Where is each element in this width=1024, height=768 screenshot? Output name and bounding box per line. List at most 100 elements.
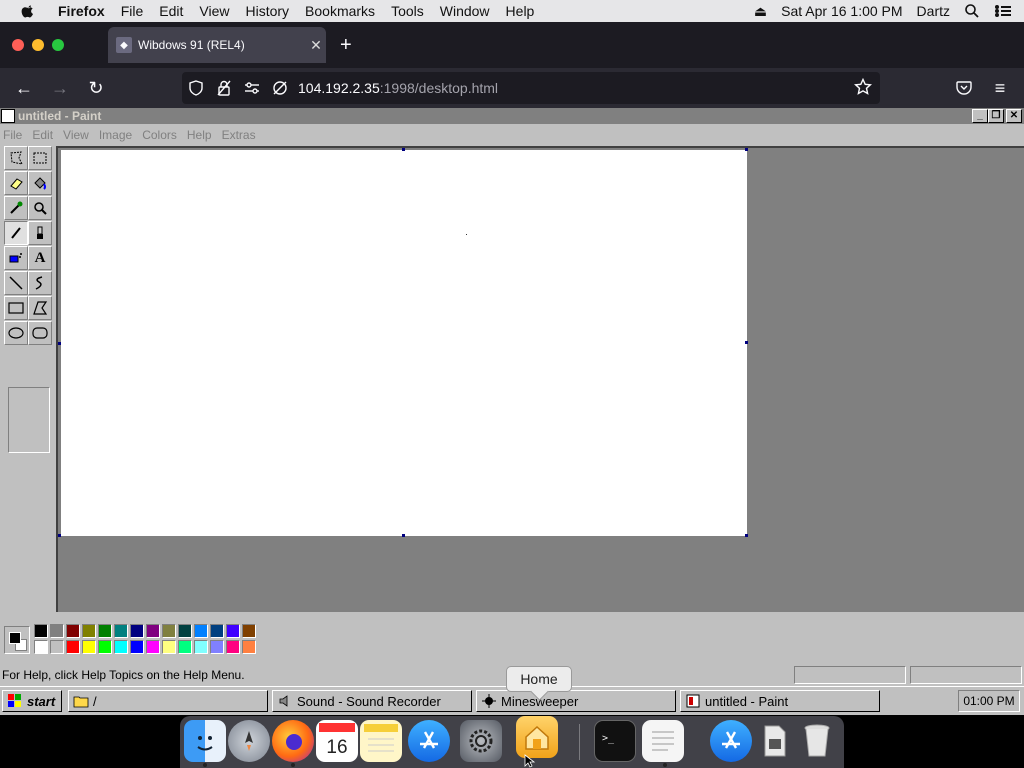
bookmark-star-icon[interactable]: [853, 77, 873, 99]
palette-color-swatch[interactable]: [178, 624, 192, 638]
paint-menu-file[interactable]: File: [3, 128, 22, 142]
palette-color-swatch[interactable]: [162, 640, 176, 654]
terminal-icon[interactable]: >_: [594, 720, 636, 762]
eraser-tool-icon[interactable]: [4, 171, 28, 195]
app-store-downloads-icon[interactable]: [710, 720, 752, 762]
paint-menu-view[interactable]: View: [63, 128, 89, 142]
window-minimize-button[interactable]: [32, 39, 44, 51]
rect-select-tool-icon[interactable]: [28, 146, 52, 170]
tab-close-icon[interactable]: ✕: [306, 37, 326, 54]
menu-bookmarks[interactable]: Bookmarks: [305, 3, 375, 19]
reload-icon[interactable]: ↻: [84, 76, 108, 100]
color-picker-tool-icon[interactable]: [4, 196, 28, 220]
polygon-tool-icon[interactable]: [28, 296, 52, 320]
canvas-resize-handle-corner[interactable]: [745, 534, 748, 537]
paint-close-button[interactable]: ✕: [1006, 109, 1022, 123]
menubar-user[interactable]: Dartz: [917, 3, 950, 19]
paint-menu-edit[interactable]: Edit: [32, 128, 53, 142]
palette-color-swatch[interactable]: [50, 624, 64, 638]
paint-canvas[interactable]: [61, 150, 747, 536]
menu-tools[interactable]: Tools: [391, 3, 424, 19]
rounded-rect-tool-icon[interactable]: [28, 321, 52, 345]
finder-icon[interactable]: [184, 720, 226, 762]
apple-logo-icon[interactable]: [18, 3, 38, 19]
palette-color-swatch[interactable]: [210, 640, 224, 654]
palette-color-swatch[interactable]: [178, 640, 192, 654]
url-text[interactable]: 104.192.2.35:1998/desktop.html: [298, 80, 498, 96]
paint-minimize-button[interactable]: _: [972, 109, 988, 123]
home-icon[interactable]: [516, 716, 558, 758]
palette-color-swatch[interactable]: [66, 624, 80, 638]
new-tab-button[interactable]: +: [340, 33, 352, 57]
permissions-icon[interactable]: [238, 81, 266, 95]
palette-color-swatch[interactable]: [242, 640, 256, 654]
palette-color-swatch[interactable]: [34, 640, 48, 654]
spotlight-search-icon[interactable]: [964, 3, 980, 19]
back-arrow-icon[interactable]: ←: [12, 76, 36, 100]
palette-color-swatch[interactable]: [226, 624, 240, 638]
palette-color-swatch[interactable]: [194, 624, 208, 638]
paint-menu-colors[interactable]: Colors: [142, 128, 177, 142]
menu-app-name[interactable]: Firefox: [58, 3, 105, 19]
brush-tool-icon[interactable]: [28, 221, 52, 245]
palette-color-swatch[interactable]: [66, 640, 80, 654]
window-zoom-button[interactable]: [52, 39, 64, 51]
palette-color-swatch[interactable]: [114, 624, 128, 638]
menu-window[interactable]: Window: [440, 3, 490, 19]
tool-options-panel[interactable]: [8, 387, 50, 453]
calendar-icon[interactable]: 16: [316, 720, 358, 762]
canvas-resize-handle-right[interactable]: [745, 341, 748, 344]
menu-help[interactable]: Help: [506, 3, 535, 19]
taskbar-item-sound-recorder[interactable]: Sound - Sound Recorder: [272, 690, 472, 712]
paint-menu-image[interactable]: Image: [99, 128, 132, 142]
url-bar[interactable]: 104.192.2.35:1998/desktop.html: [182, 72, 880, 104]
trash-icon[interactable]: [796, 720, 838, 762]
document-icon[interactable]: [754, 720, 796, 762]
control-center-icon[interactable]: [994, 4, 1012, 18]
app-store-icon[interactable]: [408, 720, 450, 762]
palette-color-swatch[interactable]: [130, 640, 144, 654]
menu-history[interactable]: History: [245, 3, 289, 19]
tracking-shield-icon[interactable]: [182, 80, 210, 96]
taskbar-item-minesweeper[interactable]: Minesweeper: [476, 690, 676, 712]
forward-arrow-icon[interactable]: →: [48, 76, 72, 100]
taskbar-item-paint[interactable]: untitled - Paint: [680, 690, 880, 712]
palette-color-swatch[interactable]: [146, 624, 160, 638]
textedit-icon[interactable]: [642, 720, 684, 762]
palette-color-swatch[interactable]: [114, 640, 128, 654]
system-preferences-icon[interactable]: [460, 720, 502, 762]
palette-color-swatch[interactable]: [130, 624, 144, 638]
palette-color-swatch[interactable]: [226, 640, 240, 654]
curve-tool-icon[interactable]: [28, 271, 52, 295]
paint-restore-button[interactable]: ❐: [988, 109, 1004, 123]
menubar-datetime[interactable]: Sat Apr 16 1:00 PM: [781, 3, 902, 19]
paint-title-bar[interactable]: untitled - Paint: [0, 108, 1024, 124]
palette-color-swatch[interactable]: [34, 624, 48, 638]
launchpad-icon[interactable]: [228, 720, 270, 762]
autoplay-blocked-icon[interactable]: [266, 80, 294, 96]
palette-color-swatch[interactable]: [146, 640, 160, 654]
menu-file[interactable]: File: [121, 3, 144, 19]
palette-color-swatch[interactable]: [50, 640, 64, 654]
text-tool-icon[interactable]: A: [28, 246, 52, 270]
canvas-resize-handle-bottom[interactable]: [402, 534, 405, 537]
fill-bucket-tool-icon[interactable]: [28, 171, 52, 195]
free-select-tool-icon[interactable]: [4, 146, 28, 170]
rectangle-tool-icon[interactable]: [4, 296, 28, 320]
line-tool-icon[interactable]: [4, 271, 28, 295]
browser-tab[interactable]: ◆ Wibdows 91 (REL4) ✕: [108, 27, 326, 63]
firefox-icon[interactable]: [272, 720, 314, 762]
insecure-lock-icon[interactable]: [210, 80, 238, 96]
eject-icon[interactable]: ⏏: [754, 3, 767, 20]
magnifier-tool-icon[interactable]: [28, 196, 52, 220]
palette-color-swatch[interactable]: [82, 624, 96, 638]
palette-color-swatch[interactable]: [98, 640, 112, 654]
palette-color-swatch[interactable]: [82, 640, 96, 654]
pocket-icon[interactable]: [952, 76, 976, 100]
taskbar-item-folder[interactable]: /: [68, 690, 268, 712]
paint-menu-help[interactable]: Help: [187, 128, 212, 142]
palette-color-swatch[interactable]: [194, 640, 208, 654]
pencil-tool-icon[interactable]: [4, 221, 28, 245]
start-button[interactable]: start: [2, 690, 62, 712]
hamburger-menu-icon[interactable]: ≡: [988, 76, 1012, 100]
